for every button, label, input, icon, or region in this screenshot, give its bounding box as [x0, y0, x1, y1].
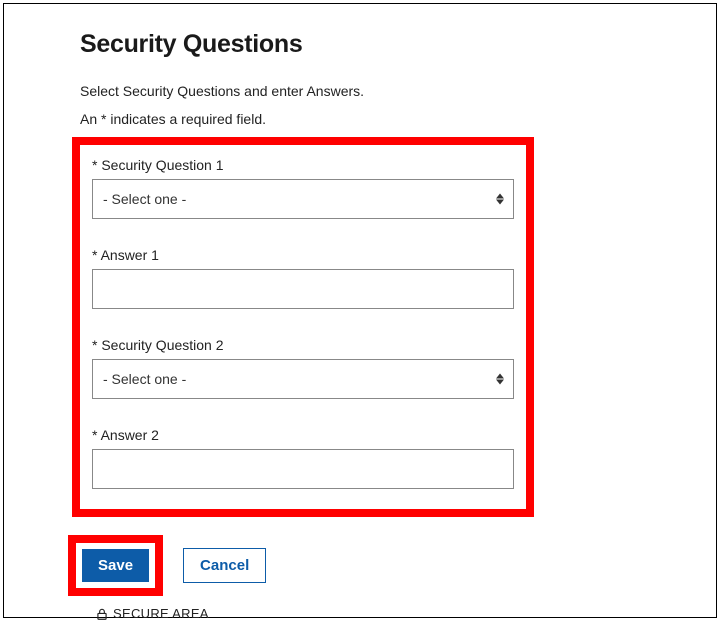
label-answer-1: * Answer 1 — [92, 247, 514, 263]
field-security-question-2: * Security Question 2 - Select one - — [92, 337, 514, 399]
highlight-save-box: Save — [68, 535, 163, 596]
secure-area-label: SECURE AREA — [95, 606, 680, 621]
required-note: An * indicates a required field. — [80, 111, 680, 127]
highlight-form-box: * Security Question 1 - Select one - * A… — [72, 137, 534, 517]
save-button[interactable]: Save — [82, 549, 149, 582]
input-answer-2[interactable] — [92, 449, 514, 489]
buttons-row: Save Cancel — [68, 535, 680, 596]
page-title: Security Questions — [80, 30, 680, 59]
select-wrap-q2: - Select one - — [92, 359, 514, 399]
label-security-question-2: * Security Question 2 — [92, 337, 514, 353]
select-security-question-2[interactable]: - Select one - — [92, 359, 514, 399]
cancel-button[interactable]: Cancel — [183, 548, 266, 583]
select-security-question-1[interactable]: - Select one - — [92, 179, 514, 219]
input-answer-1[interactable] — [92, 269, 514, 309]
secure-area-text: SECURE AREA — [113, 606, 209, 621]
intro-text: Select Security Questions and enter Answ… — [80, 83, 680, 99]
field-answer-1: * Answer 1 — [92, 247, 514, 309]
field-security-question-1: * Security Question 1 - Select one - — [92, 157, 514, 219]
label-security-question-1: * Security Question 1 — [92, 157, 514, 173]
lock-icon — [95, 607, 109, 621]
form-container: Security Questions Select Security Quest… — [3, 3, 717, 618]
select-wrap-q1: - Select one - — [92, 179, 514, 219]
label-answer-2: * Answer 2 — [92, 427, 514, 443]
field-answer-2: * Answer 2 — [92, 427, 514, 489]
